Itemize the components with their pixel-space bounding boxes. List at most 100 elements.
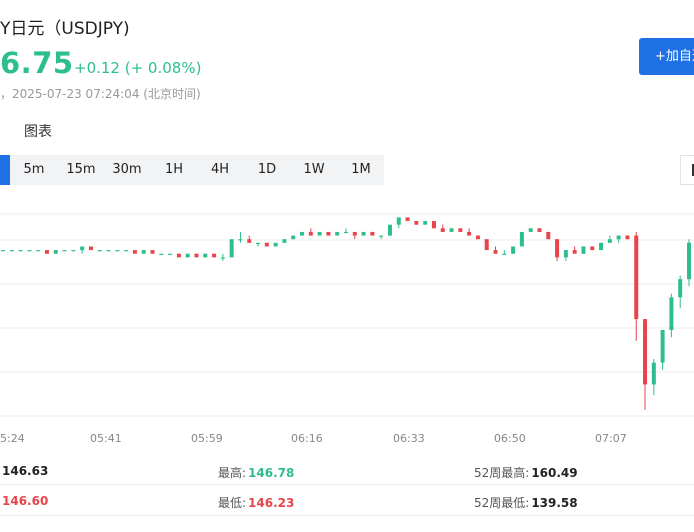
candle-body bbox=[185, 253, 190, 258]
candle-body bbox=[370, 231, 375, 236]
x-tick-label: 5:24 bbox=[0, 432, 25, 445]
interval-15m[interactable]: 15m bbox=[60, 155, 102, 185]
candle-body bbox=[238, 239, 243, 241]
last-price: 6.75 bbox=[0, 46, 74, 80]
tab-chart[interactable]: 图表 bbox=[24, 121, 52, 141]
candle-body bbox=[361, 231, 366, 236]
interval-1m[interactable] bbox=[0, 155, 10, 185]
stat-value: 160.49 bbox=[531, 466, 578, 480]
interval-4h[interactable]: 4H bbox=[200, 155, 240, 185]
candle-body bbox=[537, 228, 542, 232]
candle-body bbox=[634, 235, 639, 320]
candle-body bbox=[423, 221, 428, 225]
candle-body bbox=[88, 246, 93, 251]
candle-body bbox=[643, 319, 648, 385]
candle-body bbox=[493, 250, 498, 254]
candle-body bbox=[687, 242, 691, 280]
candle-body bbox=[528, 228, 533, 232]
candle-body bbox=[27, 250, 32, 252]
candle-body bbox=[484, 239, 489, 251]
candle-body bbox=[678, 279, 683, 298]
candle-body bbox=[599, 242, 604, 251]
stat-low: 最低: 146.23 bbox=[218, 496, 295, 510]
candle-body bbox=[159, 253, 164, 255]
stat-52w-low: 52周最低: 139.58 bbox=[474, 496, 578, 510]
candle-body bbox=[651, 362, 656, 385]
candle-body bbox=[344, 231, 348, 234]
candle-body bbox=[431, 221, 436, 229]
candle-body bbox=[308, 231, 313, 236]
stat-open: 146.63 bbox=[0, 464, 48, 478]
interval-30m[interactable]: 30m bbox=[106, 155, 148, 185]
add-to-watchlist-button[interactable]: +加自选 bbox=[639, 38, 694, 75]
candlestick-chart[interactable]: 5:24 05:41 05:59 06:16 06:33 06:50 07:07 bbox=[0, 192, 694, 447]
instrument-title: Y日元（USDJPY) bbox=[0, 19, 130, 39]
candle-body bbox=[467, 231, 472, 236]
stat-value: 139.58 bbox=[531, 496, 578, 510]
candle-body bbox=[607, 239, 612, 243]
candle-body bbox=[150, 250, 155, 254]
candle-body bbox=[625, 235, 630, 240]
candle-body bbox=[616, 235, 621, 240]
candle-body bbox=[124, 250, 129, 252]
x-tick-label: 06:16 bbox=[291, 432, 323, 445]
candle-body bbox=[669, 297, 674, 330]
divider bbox=[0, 515, 694, 516]
candle-body bbox=[458, 228, 463, 232]
candle-body bbox=[9, 250, 14, 252]
stat-value: 146.78 bbox=[248, 466, 295, 480]
candle-body bbox=[264, 242, 269, 247]
stat-value: 146.63 bbox=[2, 464, 49, 478]
stat-high: 最高: 146.78 bbox=[218, 466, 295, 480]
candle-body bbox=[396, 217, 401, 225]
candle-body bbox=[282, 239, 287, 243]
candle-body bbox=[555, 239, 560, 258]
candle-body bbox=[256, 242, 261, 245]
x-tick-label: 05:41 bbox=[90, 432, 122, 445]
stat-52w-high: 52周最高: 160.49 bbox=[474, 466, 578, 480]
candle-body bbox=[405, 217, 410, 222]
divider bbox=[0, 484, 694, 485]
candle-body bbox=[194, 253, 199, 258]
candle-body bbox=[546, 231, 551, 240]
candle-body bbox=[317, 231, 322, 236]
candle-body bbox=[18, 250, 23, 252]
interval-1w[interactable]: 1W bbox=[294, 155, 334, 185]
candle-body bbox=[220, 257, 225, 259]
candle-body bbox=[106, 250, 111, 252]
candle-body bbox=[352, 231, 357, 236]
interval-1mo[interactable]: 1M bbox=[341, 155, 381, 185]
candle-body bbox=[273, 242, 278, 247]
candle-body bbox=[212, 253, 217, 258]
candle-body bbox=[511, 246, 516, 254]
candle-body bbox=[581, 246, 586, 254]
candle-body bbox=[502, 253, 507, 255]
stat-value: 146.60 bbox=[2, 494, 49, 508]
price-change: +0.12 (+ 0.08%) bbox=[74, 59, 202, 77]
interval-selector: 5m 15m 30m 1H 4H 1D 1W 1M bbox=[0, 155, 384, 185]
chart-type-toggle-button[interactable] bbox=[680, 155, 694, 185]
candle-body bbox=[80, 246, 85, 251]
stat-value: 146.23 bbox=[248, 496, 295, 510]
candle-body bbox=[379, 235, 384, 237]
candle-body bbox=[132, 250, 137, 254]
candle-body bbox=[141, 250, 146, 254]
interval-1d[interactable]: 1D bbox=[247, 155, 287, 185]
candle-body bbox=[449, 228, 454, 232]
candle-body bbox=[326, 231, 331, 236]
candle-body bbox=[62, 250, 67, 252]
interval-1h[interactable]: 1H bbox=[154, 155, 194, 185]
candle-body bbox=[387, 224, 392, 236]
candle-body bbox=[414, 221, 419, 225]
candle-body bbox=[44, 250, 49, 254]
candle-body bbox=[247, 239, 252, 243]
x-tick-label: 06:50 bbox=[494, 432, 526, 445]
candle-body bbox=[519, 231, 524, 247]
candle-body bbox=[203, 253, 208, 258]
candle-body bbox=[335, 231, 340, 236]
candle-body bbox=[115, 250, 120, 252]
candle-body bbox=[168, 253, 173, 255]
candle-body bbox=[475, 235, 480, 240]
candle-body bbox=[563, 250, 568, 258]
interval-5m[interactable]: 5m bbox=[14, 155, 54, 185]
